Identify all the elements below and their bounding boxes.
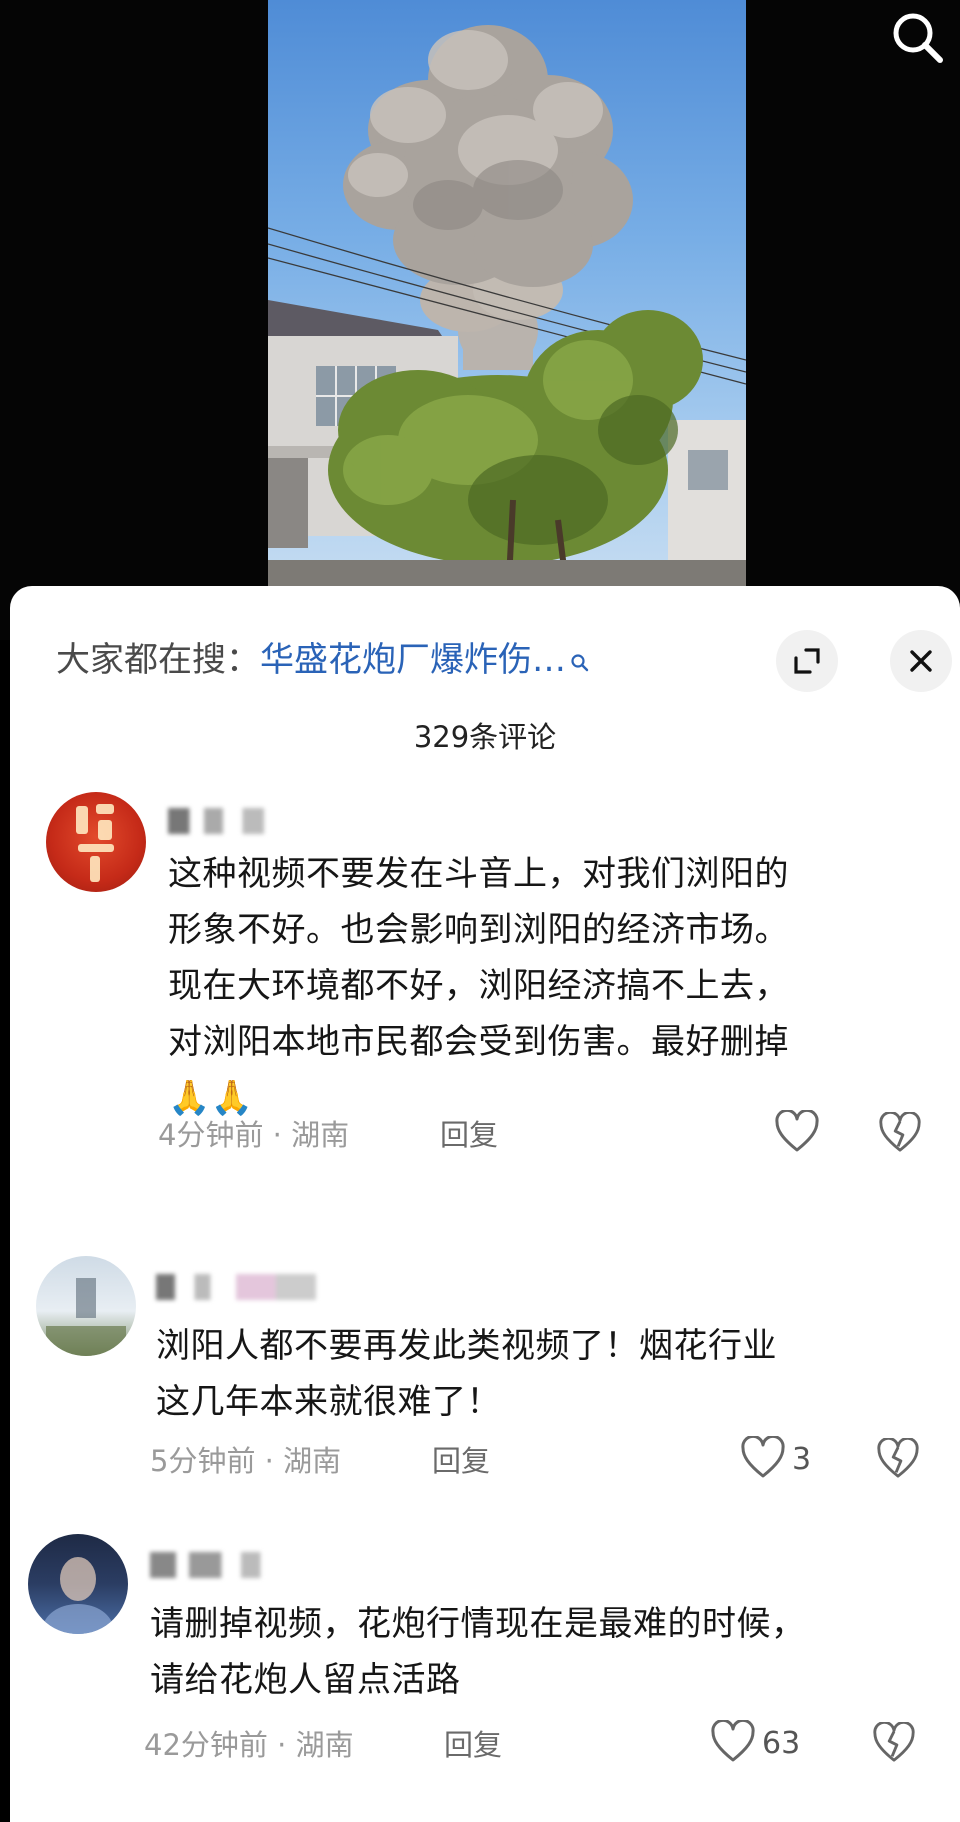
reply-button[interactable]: 回复 <box>440 1112 498 1154</box>
expand-button[interactable] <box>776 630 838 692</box>
video-player[interactable] <box>0 0 960 640</box>
username-blurred[interactable] <box>168 808 288 834</box>
comment-time: 4分钟前 <box>158 1118 264 1152</box>
comment-line: 请给花炮人留点活路 <box>150 1660 461 1700</box>
broken-heart-icon[interactable] <box>876 1438 920 1480</box>
comment-line: 对浏阳本地市民都会受到伤害。最好删掉 <box>168 1022 789 1062</box>
hot-search-prefix: 大家都在搜： <box>56 640 260 680</box>
comment-line: 这种视频不要发在斗音上，对我们浏阳的 <box>168 854 789 894</box>
comment-meta: 42分钟前 · 湖南 <box>144 1728 354 1762</box>
avatar[interactable] <box>46 792 146 892</box>
avatar[interactable] <box>28 1534 128 1634</box>
comment-meta: 4分钟前 · 湖南 <box>158 1118 350 1152</box>
broken-heart-icon[interactable] <box>872 1722 916 1764</box>
comment-line: 请删掉视频，花炮行情现在是最难的时候， <box>150 1604 806 1644</box>
comment-item: 请删掉视频，花炮行情现在是最难的时候， 请给花炮人留点活路 42分钟前 · 湖南… <box>10 1534 960 1794</box>
video-frame-explosion <box>268 0 746 600</box>
comment-line: 形象不好。也会影响到浏阳的经济市场。 <box>168 910 789 950</box>
comment-text: 请删掉视频，花炮行情现在是最难的时候， 请给花炮人留点活路 <box>150 1596 940 1708</box>
search-button[interactable] <box>888 8 948 68</box>
comment-count: 329条评论 <box>413 720 557 754</box>
search-icon <box>893 13 943 63</box>
avatar[interactable] <box>36 1256 136 1356</box>
explosion-scene-illustration <box>268 25 746 600</box>
comment-line: 现在大环境都不好，浏阳经济搞不上去， <box>168 966 789 1006</box>
hot-search-term[interactable]: 华盛花炮厂爆炸伤… <box>260 640 566 680</box>
expand-icon <box>794 648 820 674</box>
reply-button[interactable]: 回复 <box>444 1722 502 1764</box>
comment-time: 42分钟前 <box>144 1728 268 1762</box>
comment-location: 湖南 <box>283 1444 342 1478</box>
comment-location: 湖南 <box>291 1118 350 1152</box>
broken-heart-icon[interactable] <box>878 1112 922 1154</box>
heart-icon[interactable] <box>740 1436 786 1480</box>
comment-time: 5分钟前 <box>150 1444 256 1478</box>
heart-icon[interactable] <box>774 1110 820 1154</box>
reply-button[interactable]: 回复 <box>432 1438 490 1480</box>
comment-item: 这种视频不要发在斗音上，对我们浏阳的 形象不好。也会影响到浏阳的经济市场。 现在… <box>10 792 960 1212</box>
search-icon <box>570 640 590 684</box>
username-blurred[interactable] <box>150 1552 280 1578</box>
like-count: 63 <box>762 1726 801 1761</box>
hot-search-bar[interactable]: 大家都在搜：华盛花炮厂爆炸伤… <box>56 638 590 684</box>
comment-line: 这几年本来就很难了！ <box>156 1382 501 1422</box>
comment-line: 浏阳人都不要再发此类视频了！烟花行业 <box>156 1326 777 1366</box>
close-button[interactable] <box>890 630 952 692</box>
comment-meta: 5分钟前 · 湖南 <box>150 1444 342 1478</box>
comment-sheet: 大家都在搜：华盛花炮厂爆炸伤… 329条评论 这种视频不要发在斗音上，对我们浏阳… <box>10 586 960 1822</box>
username-blurred[interactable] <box>156 1274 316 1300</box>
comment-item: 浏阳人都不要再发此类视频了！烟花行业 这几年本来就很难了！ 5分钟前 · 湖南 … <box>10 1256 960 1496</box>
heart-icon[interactable] <box>710 1720 756 1764</box>
comment-location: 湖南 <box>295 1728 354 1762</box>
comment-text: 这种视频不要发在斗音上，对我们浏阳的 形象不好。也会影响到浏阳的经济市场。 现在… <box>168 846 938 1126</box>
close-icon <box>910 650 932 672</box>
comment-text: 浏阳人都不要再发此类视频了！烟花行业 这几年本来就很难了！ <box>156 1318 936 1430</box>
like-count: 3 <box>792 1442 812 1477</box>
